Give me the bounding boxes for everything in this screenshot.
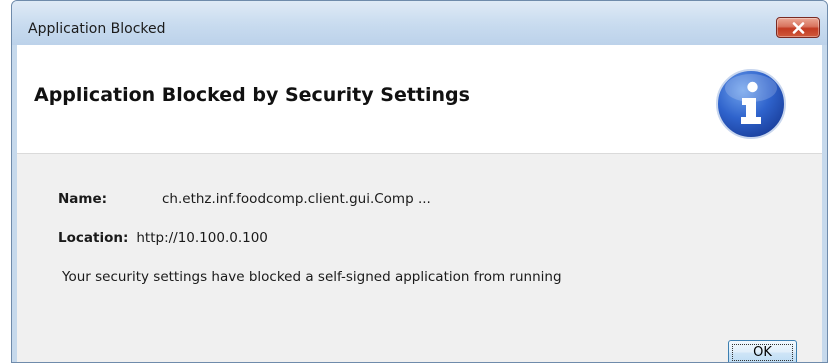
dialog-body: Application Blocked by Security Settings… <box>17 45 822 362</box>
name-label: Name: <box>58 191 108 207</box>
name-value: ch.ethz.inf.foodcomp.client.gui.Comp ... <box>162 191 431 207</box>
location-label: Location: <box>58 230 129 246</box>
window-title: Application Blocked <box>28 21 166 37</box>
title-bar[interactable]: Application Blocked <box>12 1 827 45</box>
ok-button-label: OK <box>753 345 772 360</box>
dialog-header: Application Blocked by Security Settings <box>17 45 822 154</box>
info-icon <box>716 69 786 139</box>
dialog-content: Name: ch.ethz.inf.foodcomp.client.gui.Co… <box>17 154 822 362</box>
close-button[interactable] <box>776 17 820 38</box>
location-value: http://10.100.0.100 <box>136 230 268 246</box>
name-row: Name: ch.ethz.inf.foodcomp.client.gui.Co… <box>58 191 431 207</box>
close-icon <box>792 22 805 34</box>
security-message: Your security settings have blocked a se… <box>62 269 562 285</box>
dialog-heading: Application Blocked by Security Settings <box>34 84 470 106</box>
location-row: Location: http://10.100.0.100 <box>58 230 268 246</box>
dialog-window: Application Blocked Application Blocked … <box>11 0 828 363</box>
ok-button[interactable]: OK <box>728 340 797 362</box>
